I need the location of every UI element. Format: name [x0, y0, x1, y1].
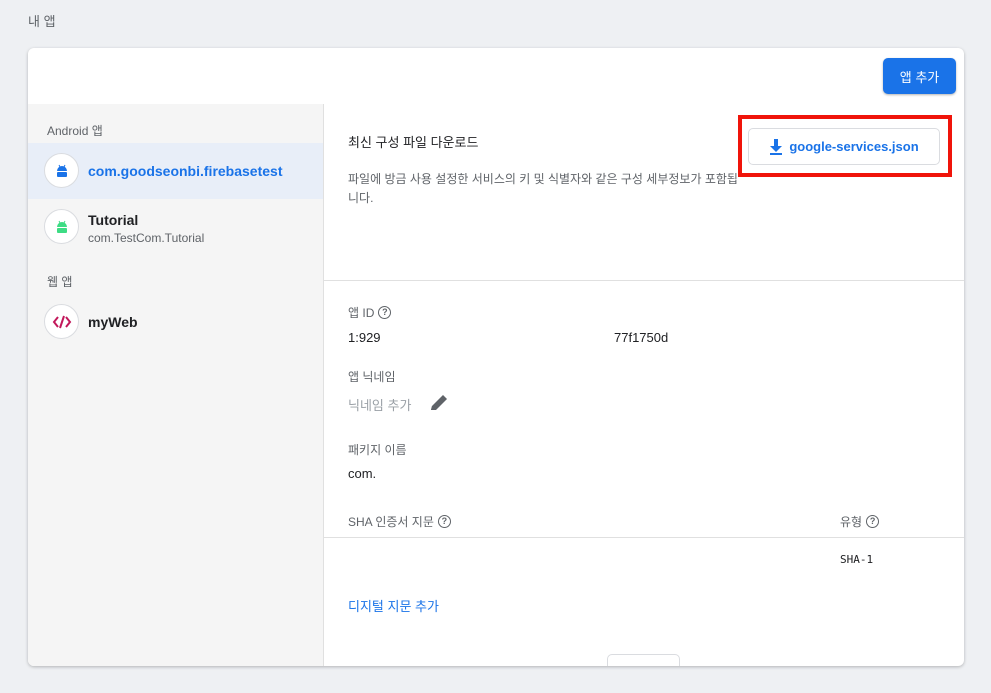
app-name: myWeb: [88, 314, 138, 330]
web-section-label: 웹 앱: [47, 275, 73, 289]
app-sidebar: Android 앱 com.goodseonbi.firebasetest Tu…: [28, 104, 324, 666]
app-item-tutorial[interactable]: Tutorial com.TestCom.Tutorial: [28, 199, 323, 255]
app-item-myweb[interactable]: myWeb: [28, 294, 323, 350]
android-icon: [44, 209, 79, 244]
app-item-firebasetest[interactable]: com.goodseonbi.firebasetest: [28, 143, 323, 199]
add-fingerprint-link[interactable]: 디지털 지문 추가: [348, 596, 439, 615]
download-description: 파일에 방금 사용 설정한 서비스의 키 및 식별자와 같은 구성 세부정보가 …: [348, 172, 738, 205]
package-value: com.: [348, 466, 377, 481]
app-id-value-start: 1:929: [348, 330, 381, 345]
help-icon[interactable]: ?: [866, 515, 880, 528]
add-app-button[interactable]: 앱 추가: [883, 58, 956, 94]
android-icon: [44, 153, 79, 188]
type-label: 유형 ?: [840, 513, 880, 530]
help-icon[interactable]: ?: [378, 306, 392, 319]
pencil-icon[interactable]: [428, 393, 450, 413]
nickname-label: 앱 닉네임: [348, 370, 396, 384]
app-name: Tutorial: [88, 212, 139, 228]
sha-type-value: SHA-1: [840, 553, 874, 566]
app-details-panel: 최신 구성 파일 다운로드 파일에 방금 사용 설정한 서비스의 키 및 식별자…: [324, 104, 964, 666]
table-divider: [324, 537, 964, 538]
page-title: 내 앱: [28, 14, 56, 29]
app-id-value-end: 77f1750d: [614, 330, 669, 345]
download-config-button[interactable]: google-services.json: [748, 128, 940, 165]
section-divider: [324, 280, 964, 281]
download-button-label: google-services.json: [789, 139, 919, 154]
app-package: com.TestCom.Tutorial: [88, 231, 205, 245]
sha-label-text: SHA 인증서 지문: [348, 515, 434, 529]
code-icon: [44, 304, 79, 339]
type-label-text: 유형: [840, 515, 863, 529]
download-title: 최신 구성 파일 다운로드: [348, 135, 479, 150]
help-icon[interactable]: ?: [437, 515, 451, 528]
app-id-label: 앱 ID ?: [348, 304, 392, 321]
android-section-label: Android 앱: [47, 124, 103, 138]
delete-app-button[interactable]: 앱 삭제: [607, 654, 680, 666]
download-icon: [770, 138, 783, 155]
app-name: com.goodseonbi.firebasetest: [88, 163, 283, 179]
package-label: 패키지 이름: [348, 443, 407, 457]
card-header: 앱 추가: [28, 48, 964, 104]
app-id-label-text: 앱 ID: [348, 306, 375, 320]
sha-label: SHA 인증서 지문 ?: [348, 513, 451, 530]
apps-card: 앱 추가 Android 앱 com.goodseonbi.firebasete…: [28, 48, 964, 666]
nickname-placeholder[interactable]: 닉네임 추가: [348, 395, 411, 414]
